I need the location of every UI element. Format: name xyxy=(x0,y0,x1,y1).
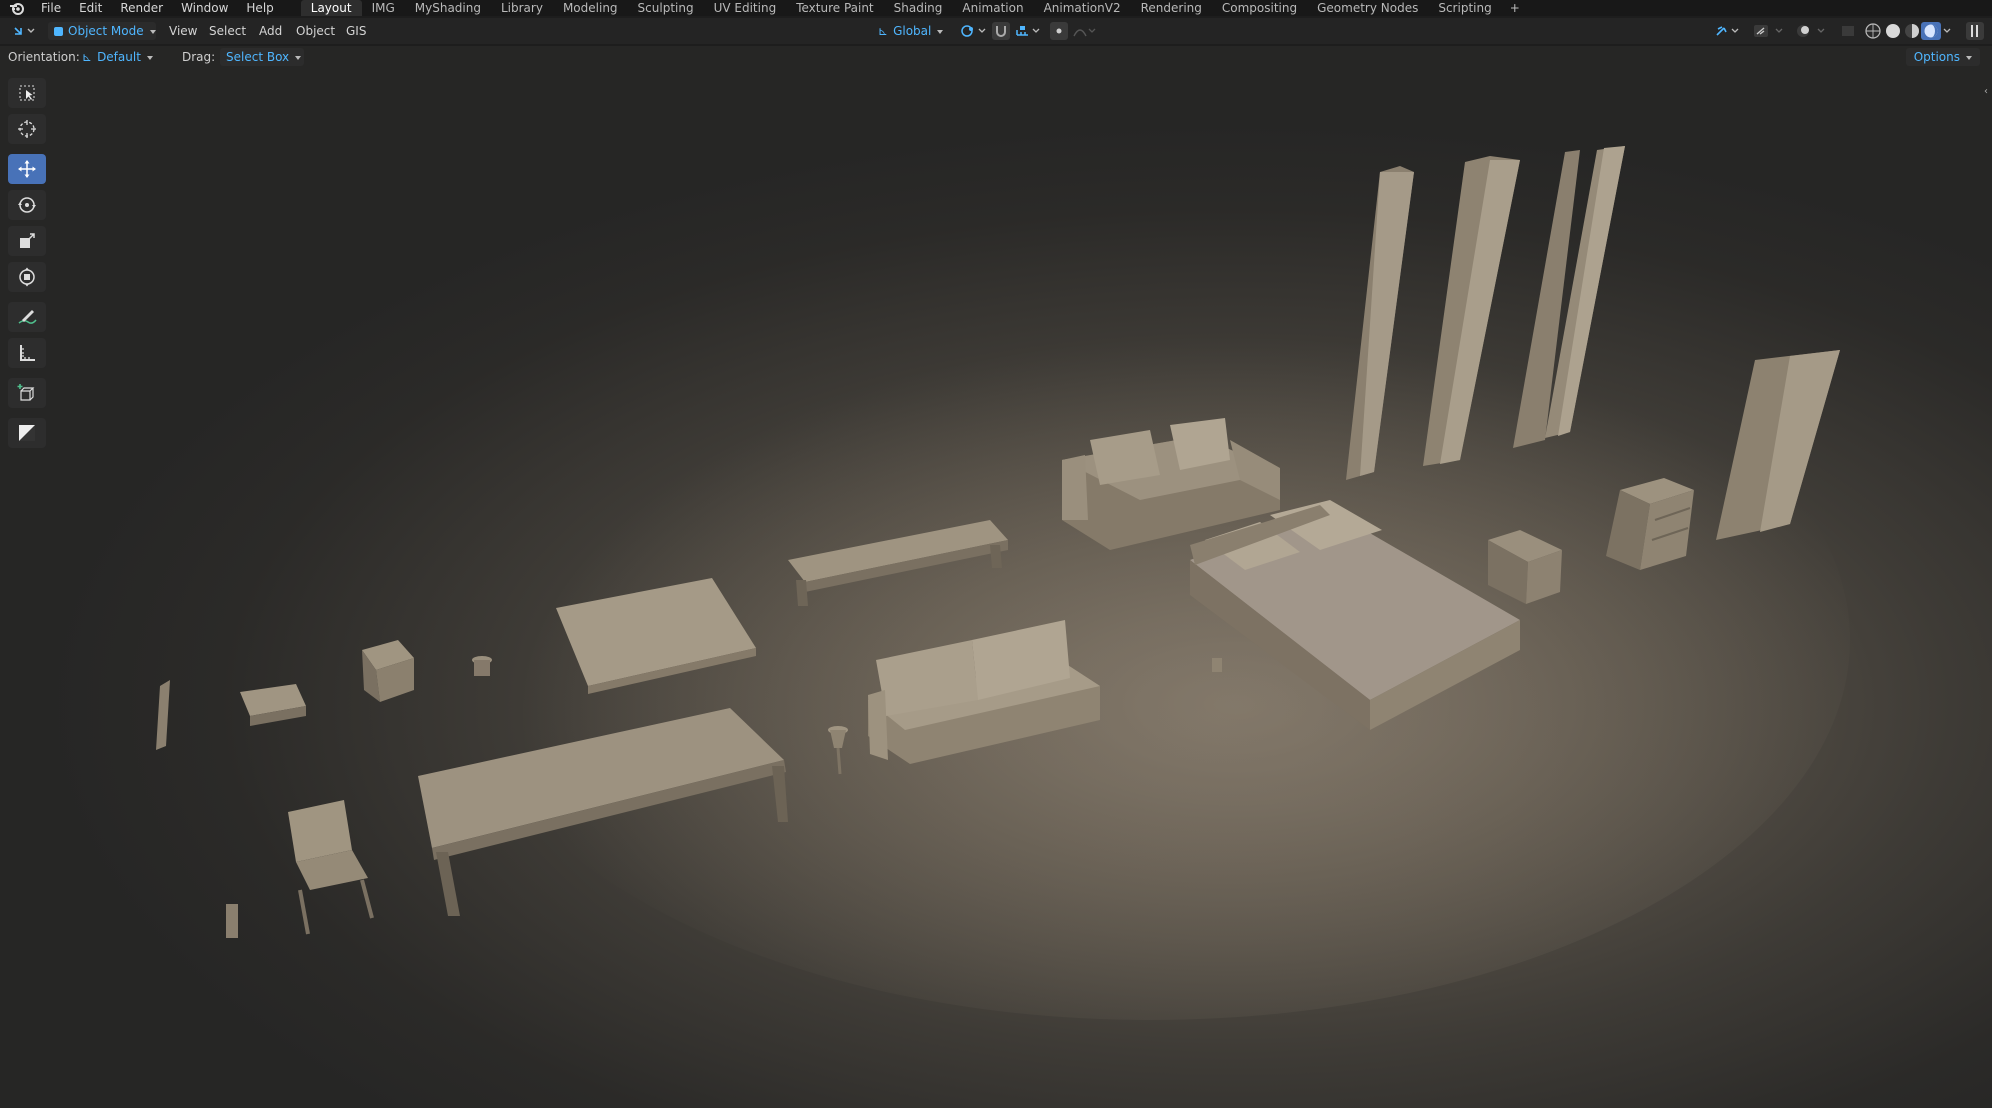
tab-rendering[interactable]: Rendering xyxy=(1131,0,1212,16)
tool-image[interactable] xyxy=(8,418,46,448)
menu-help[interactable]: Help xyxy=(237,0,282,16)
tool-annotate[interactable] xyxy=(8,302,46,332)
drag-value: Select Box xyxy=(226,50,290,64)
snap-target-icon[interactable] xyxy=(1014,22,1044,40)
mode-dropdown[interactable]: Object Mode xyxy=(48,22,156,40)
add-workspace-button[interactable]: + xyxy=(1502,1,1528,15)
falloff-icon[interactable] xyxy=(1072,22,1096,40)
measure-icon xyxy=(20,345,35,361)
add-cube-icon xyxy=(17,384,35,401)
sidebar-toggle-icon[interactable] xyxy=(1966,22,1984,40)
proportional-editing-icon[interactable] xyxy=(1050,22,1068,40)
tab-modeling[interactable]: Modeling xyxy=(553,0,628,16)
orientation-label: Orientation: xyxy=(8,50,80,64)
move-icon xyxy=(18,160,36,178)
options-dropdown[interactable]: Options xyxy=(1905,48,1980,66)
tab-img[interactable]: IMG xyxy=(362,0,405,16)
menu-add[interactable]: Add xyxy=(259,22,282,40)
tab-animation[interactable]: Animation xyxy=(952,0,1033,16)
tool-rotate[interactable] xyxy=(8,190,46,220)
select-box-icon xyxy=(19,85,35,101)
menu-view[interactable]: View xyxy=(169,22,197,40)
tool-move[interactable] xyxy=(8,154,46,184)
overlays-icon[interactable] xyxy=(1752,22,1786,40)
tab-uv-editing[interactable]: UV Editing xyxy=(704,0,787,16)
menu-gis[interactable]: GIS xyxy=(346,22,366,40)
chevron-down-icon xyxy=(149,29,156,34)
tab-animationv2[interactable]: AnimationV2 xyxy=(1034,0,1131,16)
chevron-down-icon xyxy=(1966,55,1972,60)
menu-render[interactable]: Render xyxy=(111,0,172,16)
viewport-header: Object Mode View Select Add Object GIS ⊾… xyxy=(0,18,1992,44)
scale-icon xyxy=(20,233,35,248)
shading-modes-group xyxy=(1862,22,1952,40)
tab-library[interactable]: Library xyxy=(491,0,553,16)
orientation-axes-icon: ⊾ xyxy=(878,24,889,38)
pivot-point-icon[interactable] xyxy=(958,22,988,40)
orientation-dropdown[interactable]: ⊾ Default xyxy=(76,48,172,66)
menu-select[interactable]: Select xyxy=(209,22,246,40)
menu-window[interactable]: Window xyxy=(172,0,237,16)
blender-logo-icon[interactable] xyxy=(8,0,26,16)
menu-file[interactable]: File xyxy=(32,0,70,16)
mode-label: Object Mode xyxy=(68,24,144,38)
tool-scale[interactable] xyxy=(8,226,46,256)
snap-toggle-icon[interactable] xyxy=(992,22,1010,40)
sidebar-collapse-icon[interactable]: ‹ xyxy=(1984,86,1992,98)
annotate-icon xyxy=(18,310,37,324)
tool-settings-bar: Orientation: ⊾ Default Drag: Select Box O… xyxy=(0,46,1992,68)
tool-add-cube[interactable] xyxy=(8,378,46,408)
drag-label: Drag: xyxy=(182,50,216,64)
rotate-icon xyxy=(18,197,36,213)
scene-render xyxy=(156,146,1850,1020)
object-mode-icon xyxy=(54,27,63,36)
xray-icon[interactable] xyxy=(1794,22,1828,40)
image-icon xyxy=(19,425,35,441)
tab-shading[interactable]: Shading xyxy=(884,0,953,16)
orientation-value: Default xyxy=(97,50,141,64)
transform-orientation-label: Global xyxy=(893,24,932,38)
tool-cursor[interactable] xyxy=(8,114,46,144)
tab-scripting[interactable]: Scripting xyxy=(1428,0,1501,16)
drag-dropdown[interactable]: Select Box xyxy=(220,48,304,66)
editor-type-button[interactable] xyxy=(12,22,38,40)
gizmo-toggle-icon[interactable] xyxy=(1714,22,1742,40)
chevron-down-icon xyxy=(937,29,944,34)
cursor-icon xyxy=(18,120,36,138)
tool-measure[interactable] xyxy=(8,338,46,368)
tool-select-box[interactable] xyxy=(8,78,46,108)
top-menu-bar: File Edit Render Window Help Layout IMG … xyxy=(0,0,1992,16)
tab-myshading[interactable]: MyShading xyxy=(405,0,491,16)
3d-viewport[interactable] xyxy=(0,46,1992,1108)
tab-geometry-nodes[interactable]: Geometry Nodes xyxy=(1307,0,1428,16)
tool-transform[interactable] xyxy=(8,262,46,292)
chevron-down-icon xyxy=(295,55,302,60)
chair-object xyxy=(288,800,374,935)
menu-object[interactable]: Object xyxy=(296,22,335,40)
toggle-xray-icon[interactable] xyxy=(1840,22,1856,40)
tab-texture-paint[interactable]: Texture Paint xyxy=(786,0,883,16)
chevron-down-icon xyxy=(146,55,153,60)
tab-compositing[interactable]: Compositing xyxy=(1212,0,1307,16)
transform-icon xyxy=(19,267,35,287)
transform-orientation-dropdown[interactable]: ⊾ Global xyxy=(872,22,952,40)
options-label: Options xyxy=(1913,50,1960,64)
orientation-axes-icon: ⊾ xyxy=(82,50,93,64)
tab-layout[interactable]: Layout xyxy=(300,0,362,16)
tab-sculpting[interactable]: Sculpting xyxy=(628,0,704,16)
menu-edit[interactable]: Edit xyxy=(70,0,111,16)
